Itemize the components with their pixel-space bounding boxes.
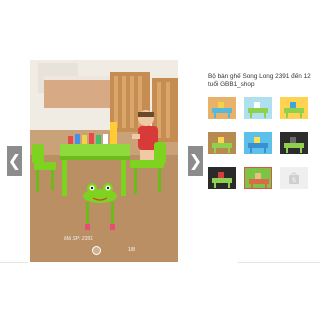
- product-image-viewer: Mã SP: 2391 1/8 ❮ ❯: [0, 60, 203, 262]
- product-title: Bộ bàn ghế Song Long 2391 đến 12 tuổi GB…: [208, 73, 311, 88]
- thumbnail-image: [280, 132, 308, 154]
- thumb-5[interactable]: [244, 132, 272, 154]
- thumb-9[interactable]: S: [280, 167, 308, 189]
- thumb-4[interactable]: [208, 132, 236, 154]
- svg-text:S: S: [292, 177, 296, 184]
- image-counter: 1/8: [128, 247, 135, 253]
- thumb-6[interactable]: [280, 132, 308, 154]
- thumbnail-image: [208, 167, 236, 189]
- divider: [0, 262, 28, 263]
- prev-image-button[interactable]: ❮: [7, 146, 22, 176]
- thumbnail-image: [208, 132, 236, 154]
- thumbnail-image: [280, 97, 308, 119]
- thumbnail-image: [208, 97, 236, 119]
- product-main-image[interactable]: Mã SP: 2391 1/8: [30, 60, 178, 262]
- zoom-icon[interactable]: [92, 246, 101, 255]
- divider: [238, 262, 320, 263]
- chevron-left-icon: ❮: [7, 151, 22, 170]
- thumb-3[interactable]: [280, 97, 308, 119]
- thumbnail-image: [244, 132, 272, 154]
- thumb-1[interactable]: [208, 97, 236, 119]
- chevron-right-icon: ❯: [188, 151, 203, 170]
- next-image-button[interactable]: ❯: [188, 146, 203, 176]
- thumb-7[interactable]: [208, 167, 236, 189]
- product-photo: [30, 60, 178, 262]
- thumb-8[interactable]: [244, 167, 272, 189]
- watermark-text: Mã SP: 2391: [64, 236, 93, 242]
- thumbnail-image: [245, 168, 271, 188]
- thumbnail-image: [244, 97, 272, 119]
- thumb-2[interactable]: [244, 97, 272, 119]
- shopping-bag-icon: S: [289, 172, 299, 184]
